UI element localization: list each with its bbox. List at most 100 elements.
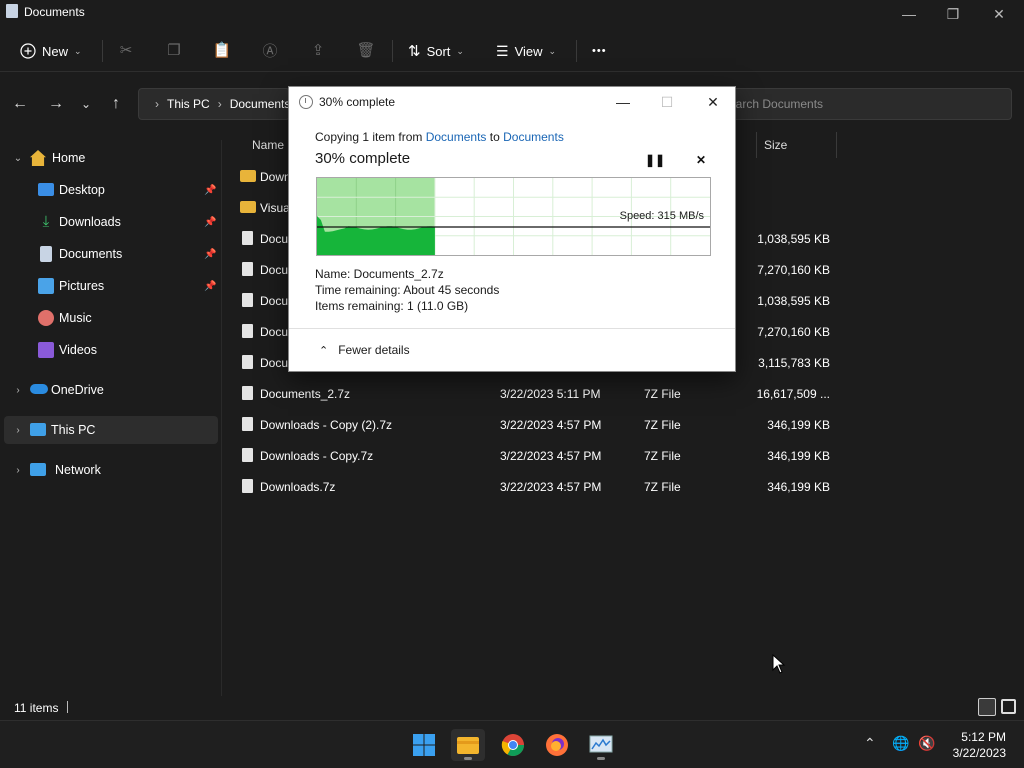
pause-button[interactable]: ❚❚ [645, 151, 665, 169]
file-name-line: Name: Documents_2.7z [315, 267, 444, 281]
view-icon: ☰ [496, 42, 509, 59]
breadcrumb-this-pc[interactable]: This PC [167, 97, 210, 111]
sidebar-item-documents[interactable]: Documents 📌 [4, 240, 218, 268]
pin-icon: 📌 [204, 184, 217, 196]
start-button[interactable] [407, 729, 441, 761]
file-size: 346,199 KB [767, 449, 830, 463]
sidebar-item-this-pc[interactable]: › This PC [4, 416, 218, 444]
destination-link[interactable]: Documents [503, 130, 564, 144]
up-button[interactable]: ↑ [104, 92, 128, 116]
column-header-size[interactable]: Size [764, 130, 787, 160]
sidebar-item-label: Network [55, 463, 101, 477]
back-button[interactable]: ← [8, 92, 32, 116]
firefox-icon [546, 734, 568, 756]
dialog-minimize-button[interactable]: — [601, 87, 645, 117]
sort-label: Sort [426, 43, 451, 59]
volume-muted-icon[interactable]: 🔇 [918, 735, 935, 752]
computer-icon [30, 423, 46, 436]
recent-locations-button[interactable]: ⌄ [74, 92, 98, 116]
chevron-down-icon[interactable]: ⌄ [12, 153, 24, 164]
dialog-close-button[interactable]: ✕ [691, 87, 735, 117]
forward-button[interactable]: → [44, 92, 68, 116]
sidebar-item-downloads[interactable]: ⤓ Downloads 📌 [4, 208, 218, 236]
table-row[interactable]: Downloads - Copy.7z 3/22/2023 4:57 PM 7Z… [232, 440, 852, 471]
view-button[interactable]: ☰ View ⌄ [496, 38, 556, 64]
sidebar-item-desktop[interactable]: Desktop 📌 [4, 176, 218, 204]
taskbar-chrome[interactable] [496, 729, 530, 761]
file-size: 3,115,783 KB [758, 356, 830, 370]
sidebar-item-label: Desktop [59, 183, 105, 197]
toolbar-divider [102, 40, 103, 62]
sidebar-item-label: OneDrive [51, 383, 104, 397]
sidebar-item-pictures[interactable]: Pictures 📌 [4, 272, 218, 300]
minimize-button[interactable]: — [886, 0, 932, 28]
delete-icon[interactable]: 🗑 [356, 40, 376, 60]
column-header-name[interactable]: Name [252, 130, 284, 160]
show-hidden-icons-button[interactable]: ⌃ [864, 735, 876, 752]
details-view-icon[interactable] [978, 698, 996, 716]
running-indicator [464, 757, 472, 760]
item-count: 11 items [14, 701, 59, 715]
tiles-view-icon[interactable] [1001, 699, 1016, 714]
chevron-right-icon[interactable]: › [12, 425, 24, 436]
table-row[interactable]: Downloads - Copy (2).7z 3/22/2023 4:57 P… [232, 409, 852, 440]
paste-icon[interactable]: 📋 [212, 40, 232, 60]
address-bar[interactable]: › This PC › Documents [138, 88, 290, 120]
table-row[interactable]: Downloads.7z 3/22/2023 4:57 PM 7Z File 3… [232, 471, 852, 502]
sidebar-item-videos[interactable]: Videos [4, 336, 218, 364]
sidebar-item-label: This PC [51, 423, 96, 437]
cut-icon[interactable]: ✂ [116, 40, 136, 60]
dialog-divider [289, 328, 735, 329]
sidebar-item-label: Documents [59, 247, 123, 261]
maximize-button[interactable]: ❐ [930, 0, 976, 28]
network-globe-icon[interactable]: 🌐 [892, 735, 909, 752]
chevron-up-icon: ⌃ [319, 344, 329, 357]
sidebar-item-label: Home [52, 151, 86, 165]
taskbar-clock[interactable]: 5:12 PM 3/22/2023 [953, 729, 1006, 761]
breadcrumb-documents[interactable]: Documents [230, 97, 289, 111]
file-icon [242, 355, 253, 369]
taskbar-resource-monitor[interactable] [584, 729, 618, 761]
view-label: View [514, 43, 543, 59]
share-icon[interactable]: ⇪ [308, 40, 328, 60]
sidebar-item-label: Downloads [59, 215, 121, 229]
breadcrumb-separator-icon: › [155, 97, 159, 111]
plus-circle-icon [20, 43, 36, 59]
column-divider[interactable] [756, 132, 757, 158]
chevron-right-icon[interactable]: › [12, 465, 24, 476]
file-type: 7Z File [644, 449, 681, 463]
sort-button[interactable]: ⇅ Sort ⌄ [408, 38, 464, 64]
table-row[interactable]: Documents_2.7z 3/22/2023 5:11 PM 7Z File… [232, 378, 852, 409]
title-bar[interactable]: Documents — ❐ ✕ [0, 0, 1024, 28]
sidebar-item-home[interactable]: ⌄ Home [4, 144, 218, 172]
sidebar-item-music[interactable]: Music [4, 304, 218, 332]
file-icon [242, 324, 253, 338]
dialog-title-bar[interactable]: 30% complete — ☐ ✕ [289, 87, 735, 117]
file-icon [242, 479, 253, 493]
chevron-right-icon[interactable]: › [12, 385, 24, 396]
transfer-speed-graph: Speed: 315 MB/s [316, 177, 711, 256]
file-size: 7,270,160 KB [757, 325, 830, 339]
new-button[interactable]: New ⌄ [20, 38, 82, 64]
file-size: 7,270,160 KB [757, 263, 830, 277]
fewer-details-button[interactable]: ⌃ Fewer details [319, 343, 410, 357]
close-button[interactable]: ✕ [976, 0, 1022, 28]
sidebar-item-onedrive[interactable]: › OneDrive [4, 376, 218, 404]
navigation-pane: ⌄ Home Desktop 📌 ⤓ Downloads 📌 Documents… [0, 140, 222, 696]
file-icon [242, 262, 253, 276]
cancel-button[interactable]: ✕ [691, 151, 711, 169]
sort-icon: ⇅ [408, 43, 421, 60]
source-link[interactable]: Documents [426, 130, 487, 144]
rename-icon[interactable]: Ⓐ [260, 40, 280, 60]
sidebar-item-network[interactable]: › Network [4, 456, 218, 484]
time-remaining-line: Time remaining: About 45 seconds [315, 283, 500, 297]
column-divider[interactable] [836, 132, 837, 158]
folder-icon [240, 170, 256, 182]
clock-icon [299, 95, 313, 109]
search-input[interactable]: Search Documents [712, 88, 1012, 120]
more-options-button[interactable]: ••• [592, 38, 607, 64]
taskbar-file-explorer[interactable] [451, 729, 485, 761]
taskbar-firefox[interactable] [540, 729, 574, 761]
copy-icon[interactable]: ❐ [164, 40, 184, 60]
chevron-down-icon: ⌄ [74, 45, 82, 56]
